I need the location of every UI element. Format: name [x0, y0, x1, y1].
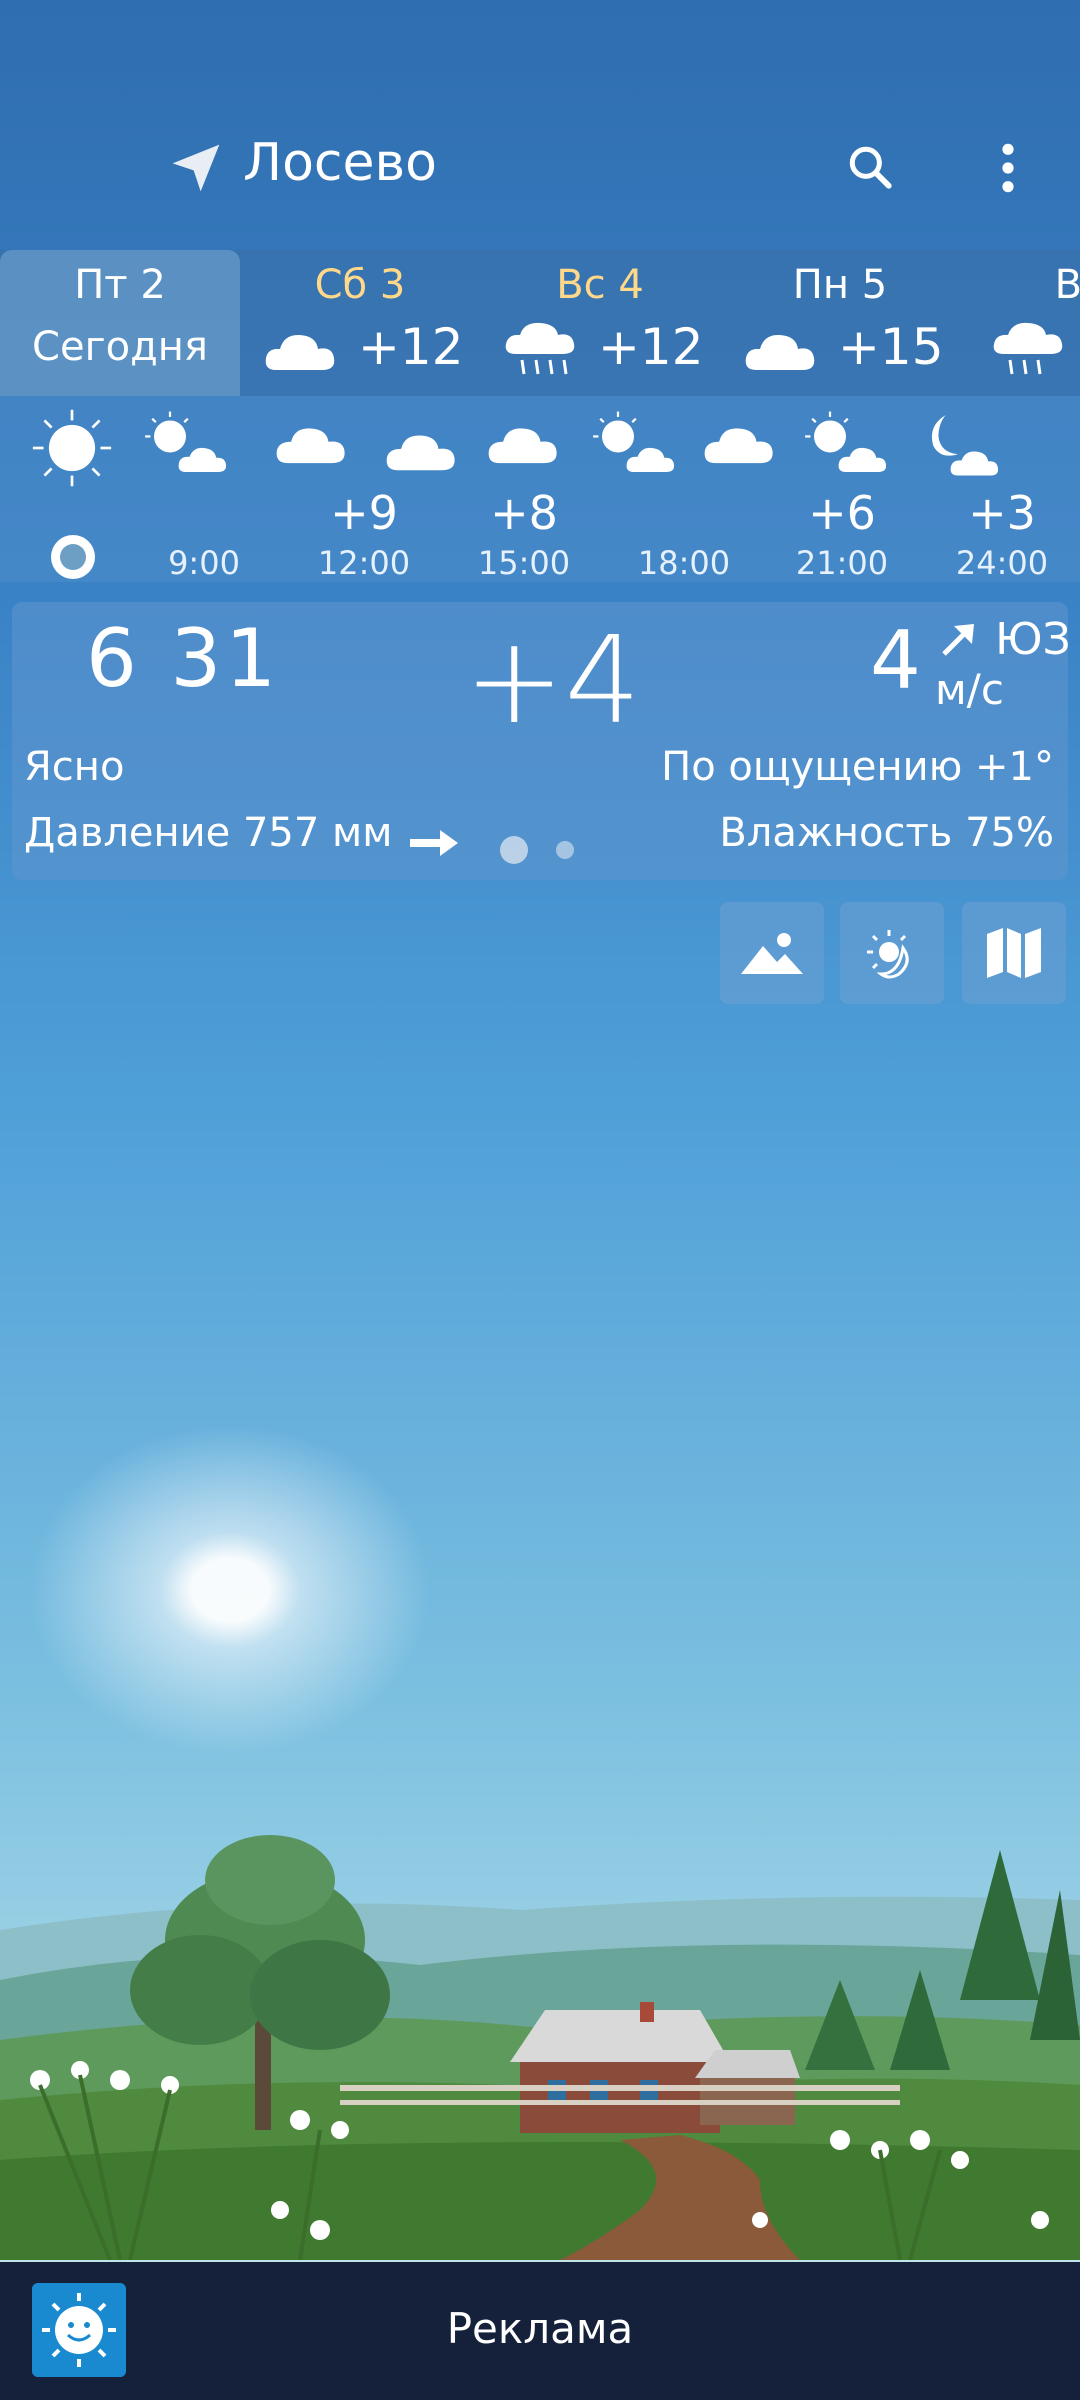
day-tab-sat[interactable]: Сб 3 +12 [240, 250, 480, 396]
wind-unit: м/с [935, 665, 1004, 714]
partly-sunny-icon [593, 411, 675, 472]
hour-time: 12:00 [317, 544, 411, 582]
more-menu-icon[interactable] [990, 140, 1026, 196]
hour-time: 24:00 [955, 544, 1049, 582]
pressure-text: Давление 757 мм [24, 810, 393, 856]
hour-time: 15:00 [477, 544, 571, 582]
current-time-marker-icon [51, 535, 95, 579]
pressure-trend-arrow-icon [410, 830, 458, 856]
city-name[interactable]: Лосево [243, 133, 437, 193]
sun-info-button[interactable] [840, 902, 944, 1004]
moon-cloud-icon [931, 415, 999, 476]
day-sub-label: Сегодня [32, 324, 208, 370]
map-icon [987, 928, 1041, 978]
wind-direction-arrow-icon [942, 624, 974, 656]
search-icon[interactable] [845, 142, 895, 192]
day-temp: +15 [838, 318, 944, 376]
hour-temp: +9 [330, 486, 398, 540]
hour-time: 18:00 [637, 544, 731, 582]
day-tabs: Пт 2 Сегодня Сб 3 +12 Вс 4 +12 Пн 5 +15 … [0, 250, 1080, 396]
feels-like-text: По ощущению +1° [661, 744, 1054, 790]
day-label: Вт [1054, 262, 1080, 308]
condition-text: Ясно [24, 744, 125, 790]
page-indicator-dot-active [500, 836, 528, 864]
ad-label: Реклама [446, 2304, 634, 2353]
day-tab-today[interactable]: Пт 2 Сегодня [0, 250, 240, 396]
wind-speed: 4 [870, 614, 921, 707]
background-image-button[interactable] [720, 902, 824, 1004]
sun-illustration [0, 1400, 460, 1780]
cloud-icon [265, 334, 335, 370]
rain-cloud-icon [993, 322, 1063, 375]
day-tab-tue[interactable]: Вт [960, 250, 1080, 396]
cloud-icon [276, 428, 345, 464]
landscape-icon [741, 933, 803, 974]
day-tab-mon[interactable]: Пн 5 +15 [720, 250, 960, 396]
current-time: 6 31 [86, 612, 281, 705]
day-temp: +12 [598, 318, 704, 376]
hour-time: 9:00 [168, 544, 240, 582]
hour-temp: +6 [808, 486, 876, 540]
day-label: Сб 3 [314, 262, 406, 308]
map-button[interactable] [962, 902, 1066, 1004]
sun-moon-icon [867, 930, 909, 979]
day-temp: +12 [358, 318, 464, 376]
rain-cloud-icon [505, 322, 575, 375]
partly-sunny-icon [145, 411, 227, 472]
hourly-forecast: 9:00 +9 12:00 +8 15:00 18:00 +6 21:00 +3… [0, 396, 1080, 582]
day-label: Пн 5 [792, 262, 888, 308]
day-label: Пт 2 [74, 262, 166, 308]
hour-time: 21:00 [795, 544, 889, 582]
sun-icon [32, 409, 112, 487]
current-temp: +4 [464, 612, 641, 751]
day-label: Вс 4 [556, 262, 644, 308]
cloud-icon [704, 428, 773, 464]
landscape-illustration [0, 1835, 1080, 2260]
page-indicator-dot [556, 841, 574, 859]
location-arrow-icon[interactable] [168, 140, 224, 196]
cloud-icon [488, 428, 557, 464]
hour-temp: +3 [968, 486, 1036, 540]
partly-sunny-icon [805, 411, 887, 472]
day-tab-sun[interactable]: Вс 4 +12 [480, 250, 720, 396]
cloud-icon [386, 435, 455, 471]
cloud-icon [745, 334, 815, 370]
humidity-text: Влажность 75% [719, 810, 1054, 856]
wind-direction: ЮЗ [995, 614, 1071, 665]
hour-temp: +8 [490, 486, 558, 540]
